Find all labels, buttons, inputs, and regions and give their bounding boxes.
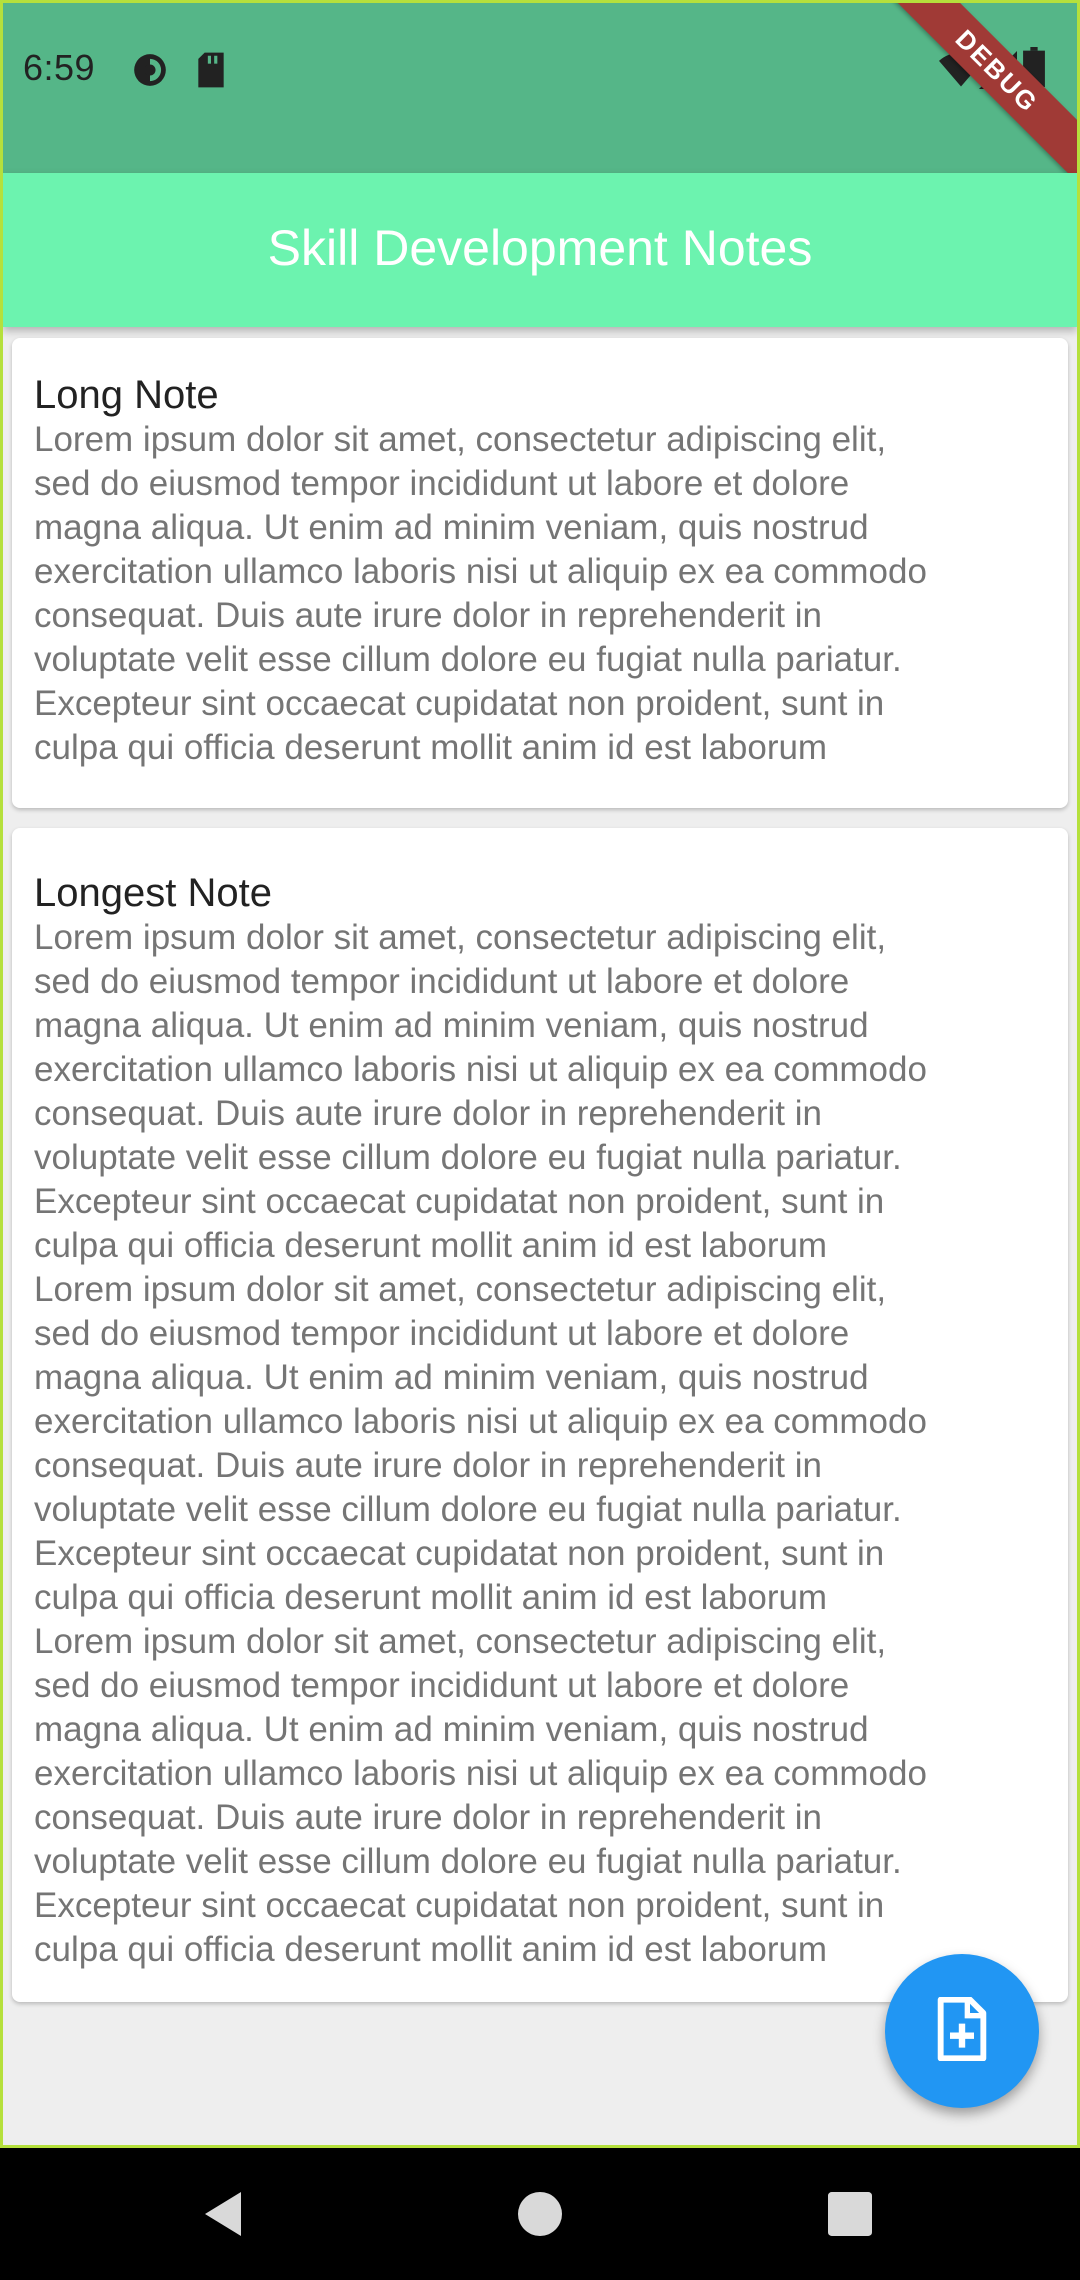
- data-saver-icon: [131, 51, 169, 94]
- note-body: Lorem ipsum dolor sit amet, consectetur …: [34, 918, 927, 1969]
- notes-list: Long Note Lorem ipsum dolor sit amet, co…: [3, 338, 1077, 2022]
- note-card[interactable]: Long Note Lorem ipsum dolor sit amet, co…: [12, 338, 1068, 808]
- recents-icon[interactable]: [828, 2192, 872, 2241]
- add-note-button[interactable]: [885, 1954, 1039, 2108]
- home-icon[interactable]: [518, 2192, 562, 2241]
- note-title: Longest Note: [34, 871, 272, 915]
- navigation-bar: [0, 2148, 1080, 2280]
- status-bar: 6:59 DEBUG: [3, 3, 1077, 193]
- back-icon[interactable]: [200, 2188, 250, 2245]
- note-title: Long Note: [34, 373, 219, 417]
- note-card[interactable]: Longest Note Lorem ipsum dolor sit amet,…: [12, 828, 1068, 2002]
- sd-card-icon: [195, 51, 227, 94]
- app-screen: 6:59 DEBUG Skill Development Notes Long …: [0, 0, 1080, 2148]
- note-add-icon: [934, 1996, 990, 2066]
- app-bar: Skill Development Notes: [3, 173, 1077, 327]
- note-body: Lorem ipsum dolor sit amet, consectetur …: [34, 420, 927, 767]
- status-time: 6:59: [23, 47, 96, 88]
- debug-banner: DEBUG: [875, 3, 1077, 193]
- page-title: Skill Development Notes: [267, 220, 813, 276]
